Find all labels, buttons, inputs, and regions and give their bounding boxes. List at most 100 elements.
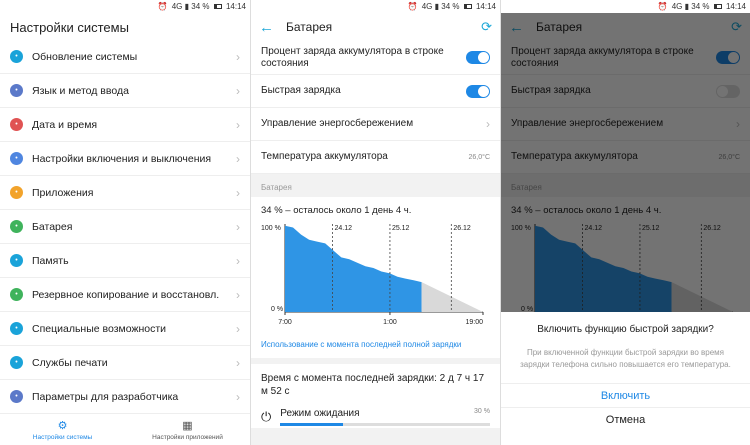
chevron-right-icon: › <box>236 83 240 98</box>
signal-indicator: 4G <box>671 2 683 11</box>
settings-item[interactable]: • Настройки включения и выключения › <box>0 142 250 176</box>
standby-row[interactable]: ⏻ Режим ожидания 30 % <box>251 406 500 428</box>
developer-icon: • <box>10 390 23 403</box>
cancel-button[interactable]: Отмена <box>501 407 750 431</box>
status-bar: ⏰ 4G ▮ 34 % 14:14 <box>0 0 250 13</box>
battery-icon <box>463 4 472 10</box>
battery-level-area <box>285 225 422 312</box>
alarm-icon: ⏰ <box>657 2 668 11</box>
accessibility-icon: • <box>10 322 23 335</box>
chevron-right-icon: › <box>236 185 240 200</box>
y-tick-label: 100 % <box>261 225 281 232</box>
battery-percent: 34 % <box>191 2 210 11</box>
settings-item-label: Приложения <box>32 186 94 199</box>
clock-time: 14:14 <box>475 2 496 11</box>
alarm-icon: ⏰ <box>407 2 418 11</box>
nav-system-label: Настройки системы <box>32 433 93 441</box>
memory-icon: • <box>10 254 23 267</box>
settings-item[interactable]: • Дата и время › <box>0 108 250 142</box>
battery-dialog-panel: ⏰ 4G ▮ 34 % 14:14 ← Батарея ⟳ Процент за… <box>500 0 750 445</box>
temperature-label: Температура аккумулятора <box>261 151 388 162</box>
settings-item-label: Резервное копирование и восстановл. <box>32 288 220 301</box>
signal-icon: ▮ <box>684 2 690 11</box>
settings-item[interactable]: • Службы печати › <box>0 346 250 380</box>
status-bar: ⏰ 4G ▮ 34 % 14:14 <box>501 0 750 13</box>
date-marker-label: 26.12 <box>453 225 471 232</box>
back-arrow-icon[interactable]: ← <box>259 19 274 36</box>
page-title: Батарея <box>286 20 333 34</box>
settings-item[interactable]: • Резервное копирование и восстановл. › <box>0 278 250 312</box>
chevron-right-icon: › <box>236 151 240 166</box>
enable-button[interactable]: Включить <box>501 383 750 407</box>
battery-card: 34 % – осталось около 1 день 4 ч. 24.122… <box>251 197 500 358</box>
language-icon: • <box>10 84 23 97</box>
standby-label: Режим ожидания <box>280 408 360 419</box>
chevron-right-icon: › <box>236 219 240 234</box>
fast-charge-toggle[interactable] <box>466 84 490 98</box>
status-bar: ⏰ 4G ▮ 34 % 14:14 <box>251 0 500 13</box>
gear-icon: ⚙ <box>57 419 68 432</box>
standby-percent: 30 % <box>474 408 490 415</box>
power-saving-label: Управление энергосбережением <box>261 118 414 129</box>
battery-icon <box>213 4 222 10</box>
chevron-right-icon: › <box>236 321 240 336</box>
settings-item[interactable]: • Параметры для разработчика › <box>0 380 250 414</box>
section-header: Батарея <box>251 174 500 197</box>
percent-in-status-label: Процент заряда аккумулятора в строке сос… <box>261 45 444 69</box>
settings-item[interactable]: • Специальные возможности › <box>0 312 250 346</box>
settings-menu-list: • Обновление системы › • Язык и метод ввода ›… <box>0 40 250 414</box>
dialog-message: При включенной функции быстрой зарядки в… <box>520 348 731 369</box>
time-since-charge: Время с момента последней зарядки: 2 д 7… <box>251 364 500 406</box>
percent-in-status-row[interactable]: Процент заряда аккумулятора в строке сос… <box>251 41 500 75</box>
chevron-right-icon: › <box>236 117 240 132</box>
settings-item-label: Батарея <box>32 220 73 233</box>
usage-since-full-charge-link[interactable]: Использование с момента последней полной… <box>261 335 490 352</box>
clock-time: 14:14 <box>725 2 746 11</box>
nav-system-settings[interactable]: ⚙ Настройки системы <box>0 414 125 445</box>
page-title: Настройки системы <box>10 20 129 35</box>
power-icon: ⏻ <box>261 409 272 424</box>
apps-icon: • <box>10 186 23 199</box>
settings-item-label: Настройки включения и выключения <box>32 152 212 165</box>
fast-charge-row[interactable]: Быстрая зарядка <box>251 75 500 108</box>
settings-item-label: Параметры для разработчика <box>32 390 179 403</box>
battery-chart: 24.12 25.12 26.12 100 % 0 % 7:00 1:00 19:00 <box>261 224 484 326</box>
print-icon: • <box>10 356 23 369</box>
update-icon: • <box>10 50 23 63</box>
settings-item[interactable]: • Приложения › <box>0 176 250 210</box>
signal-indicator: 4G <box>421 2 433 11</box>
x-tick-label: 1:00 <box>383 319 397 326</box>
clock-icon: • <box>10 118 23 131</box>
nav-app-settings[interactable]: ▦ Настройки приложений <box>125 414 250 445</box>
settings-item-label: Специальные возможности <box>32 322 167 335</box>
x-tick-label: 7:00 <box>278 319 292 326</box>
backup-icon: • <box>10 288 23 301</box>
dialog-title: Включить функцию быстрой зарядки? <box>537 324 714 335</box>
fast-charge-dialog: Включить функцию быстрой зарядки? При вк… <box>501 312 750 445</box>
settings-item[interactable]: • Батарея › <box>0 210 250 244</box>
refresh-icon[interactable]: ⟳ <box>481 19 492 35</box>
settings-item[interactable]: • Язык и метод ввода › <box>0 74 250 108</box>
chevron-right-icon: › <box>236 355 240 370</box>
chevron-right-icon: › <box>236 253 240 268</box>
percent-in-status-toggle[interactable] <box>466 51 490 64</box>
settings-item-label: Дата и время <box>32 118 98 131</box>
settings-item-label: Обновление системы <box>32 50 138 63</box>
power-saving-row[interactable]: Управление энергосбережением › <box>251 108 500 141</box>
alarm-icon: ⏰ <box>157 2 168 11</box>
standby-progress-fill <box>280 423 344 426</box>
settings-item[interactable]: • Обновление системы › <box>0 40 250 74</box>
battery-percent: 34 % <box>441 2 460 11</box>
top-bar: ← Батарея ⟳ <box>251 13 500 41</box>
settings-item-label: Память <box>32 254 69 267</box>
clock-time: 14:14 <box>225 2 246 11</box>
system-settings-panel: ⏰ 4G ▮ 34 % 14:14 Настройки системы • Обн… <box>0 0 250 445</box>
battery-projection-area <box>421 282 483 312</box>
signal-icon: ▮ <box>184 2 190 11</box>
settings-item[interactable]: • Память › <box>0 244 250 278</box>
settings-item-label: Службы печати <box>32 356 108 369</box>
x-tick-label: 19:00 <box>465 319 483 326</box>
battery-icon <box>713 4 722 10</box>
chevron-right-icon: › <box>486 117 490 131</box>
fast-charge-label: Быстрая зарядка <box>261 85 341 96</box>
